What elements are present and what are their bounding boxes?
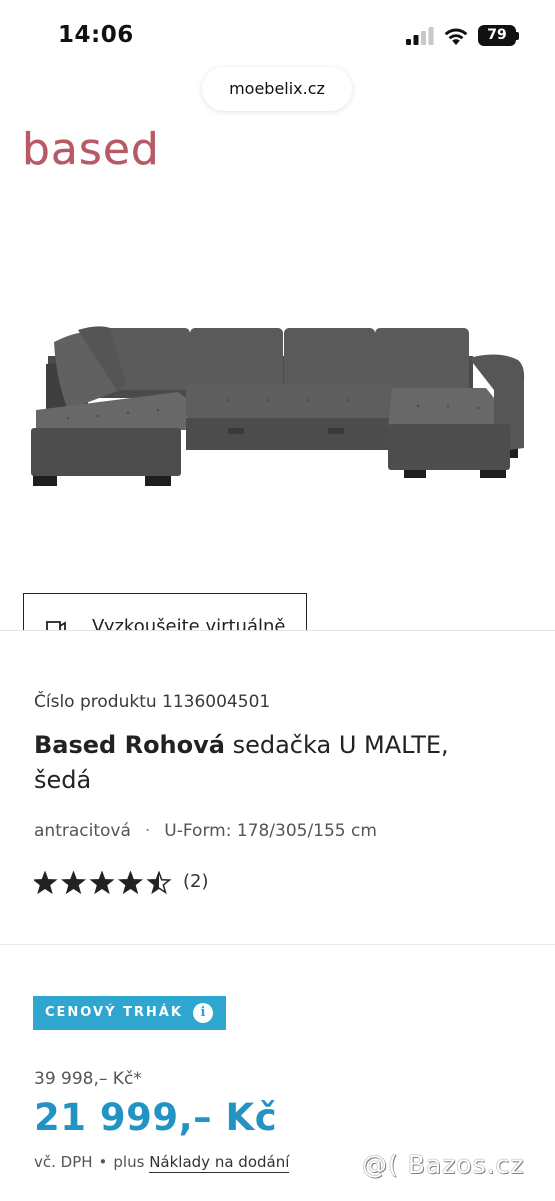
cellular-signal-icon — [406, 27, 434, 45]
section-divider — [0, 944, 555, 945]
price-badge: CENOVÝ TRHÁK i — [33, 996, 226, 1030]
shipping-prefix: plus — [113, 1153, 145, 1171]
rating-stars[interactable] — [34, 871, 174, 895]
star-fill — [34, 872, 56, 893]
shipping-costs-link[interactable]: Náklady na dodání — [149, 1153, 290, 1173]
watermark: @( Bazos.cz — [362, 1150, 525, 1179]
star-fill — [91, 872, 113, 893]
info-icon[interactable]: i — [193, 1003, 213, 1023]
review-count[interactable]: (2) — [183, 871, 209, 892]
product-dimensions: U-Form: 178/305/155 cm — [164, 821, 377, 841]
url-bar[interactable]: moebelix.cz — [202, 67, 352, 111]
brand-logo[interactable]: based — [22, 127, 160, 172]
star-fill — [63, 872, 84, 893]
status-time: 14:06 — [58, 22, 134, 48]
product-image[interactable] — [28, 320, 528, 495]
product-title-brand: Based Rohová — [34, 731, 225, 759]
separator-dot: • — [98, 1153, 108, 1171]
wifi-icon — [444, 28, 468, 45]
product-title: Based Rohová sedačka U MALTE, šedá — [34, 728, 504, 798]
price-badge-label: CENOVÝ TRHÁK — [45, 1005, 183, 1020]
battery-cap — [516, 32, 519, 40]
current-price: 21 999,– Kč — [34, 1096, 278, 1139]
old-price: 39 998,– Kč* — [34, 1069, 142, 1089]
product-variant: antracitová · U-Form: 178/305/155 cm — [34, 821, 377, 841]
star-fill — [120, 872, 141, 893]
product-color: antracitová — [34, 821, 131, 841]
separator-dot: · — [144, 821, 151, 841]
product-number: Číslo produktu 1136004501 — [34, 692, 271, 712]
battery-indicator: 79 — [478, 25, 516, 46]
vat-label: vč. DPH — [34, 1153, 93, 1171]
price-footnote: vč. DPH • plus Náklady na dodání — [34, 1153, 290, 1173]
